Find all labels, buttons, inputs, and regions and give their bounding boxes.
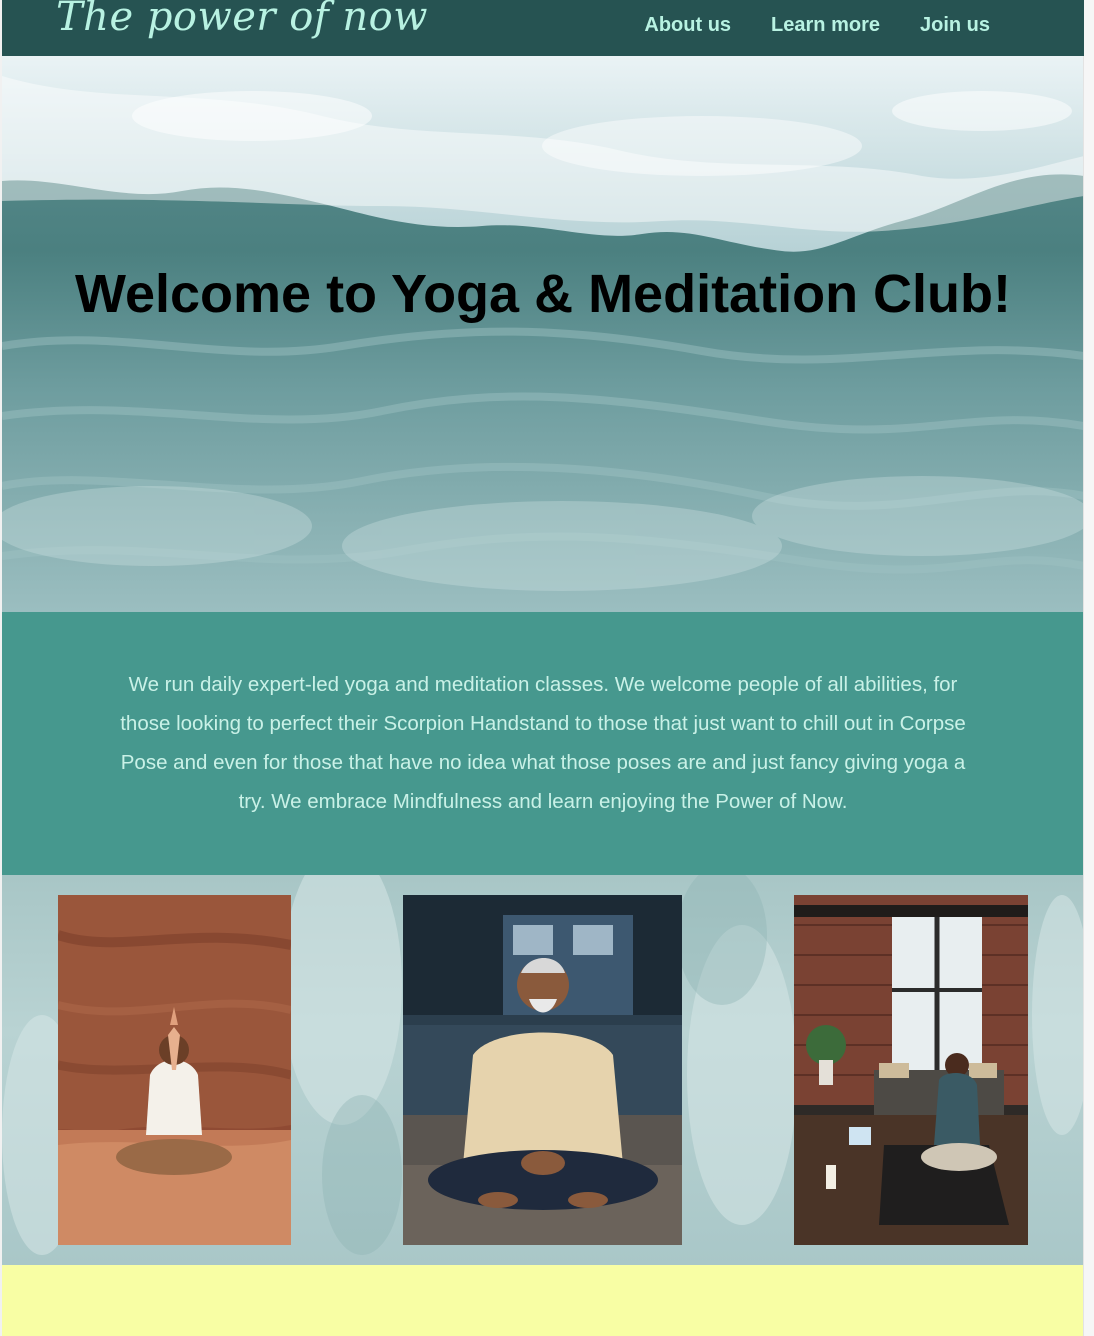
hero-section: Welcome to Yoga & Meditation Club! (2, 56, 1084, 612)
nav-link-about-us[interactable]: About us (644, 14, 731, 37)
brand-logo[interactable]: The power of now (56, 0, 428, 40)
footer-band (2, 1265, 1084, 1336)
nav-link-learn-more[interactable]: Learn more (771, 14, 880, 37)
nav-link-join-us[interactable]: Join us (920, 14, 990, 37)
nav-links: About us Learn more Join us (644, 14, 990, 37)
gallery-photo-elder-meditation (403, 895, 682, 1245)
page: The power of now About us Learn more Joi… (2, 0, 1084, 1336)
gallery-photo-loft-meditation (794, 895, 1028, 1245)
hero-title: Welcome to Yoga & Meditation Club! (74, 264, 1012, 324)
gallery-section (2, 875, 1084, 1265)
scrollbar[interactable] (1083, 0, 1094, 1336)
gallery-photo-desert-meditation (58, 895, 291, 1245)
navbar: The power of now About us Learn more Joi… (2, 0, 1084, 56)
about-description: We run daily expert-led yoga and meditat… (120, 673, 966, 813)
about-section: We run daily expert-led yoga and meditat… (2, 612, 1084, 875)
